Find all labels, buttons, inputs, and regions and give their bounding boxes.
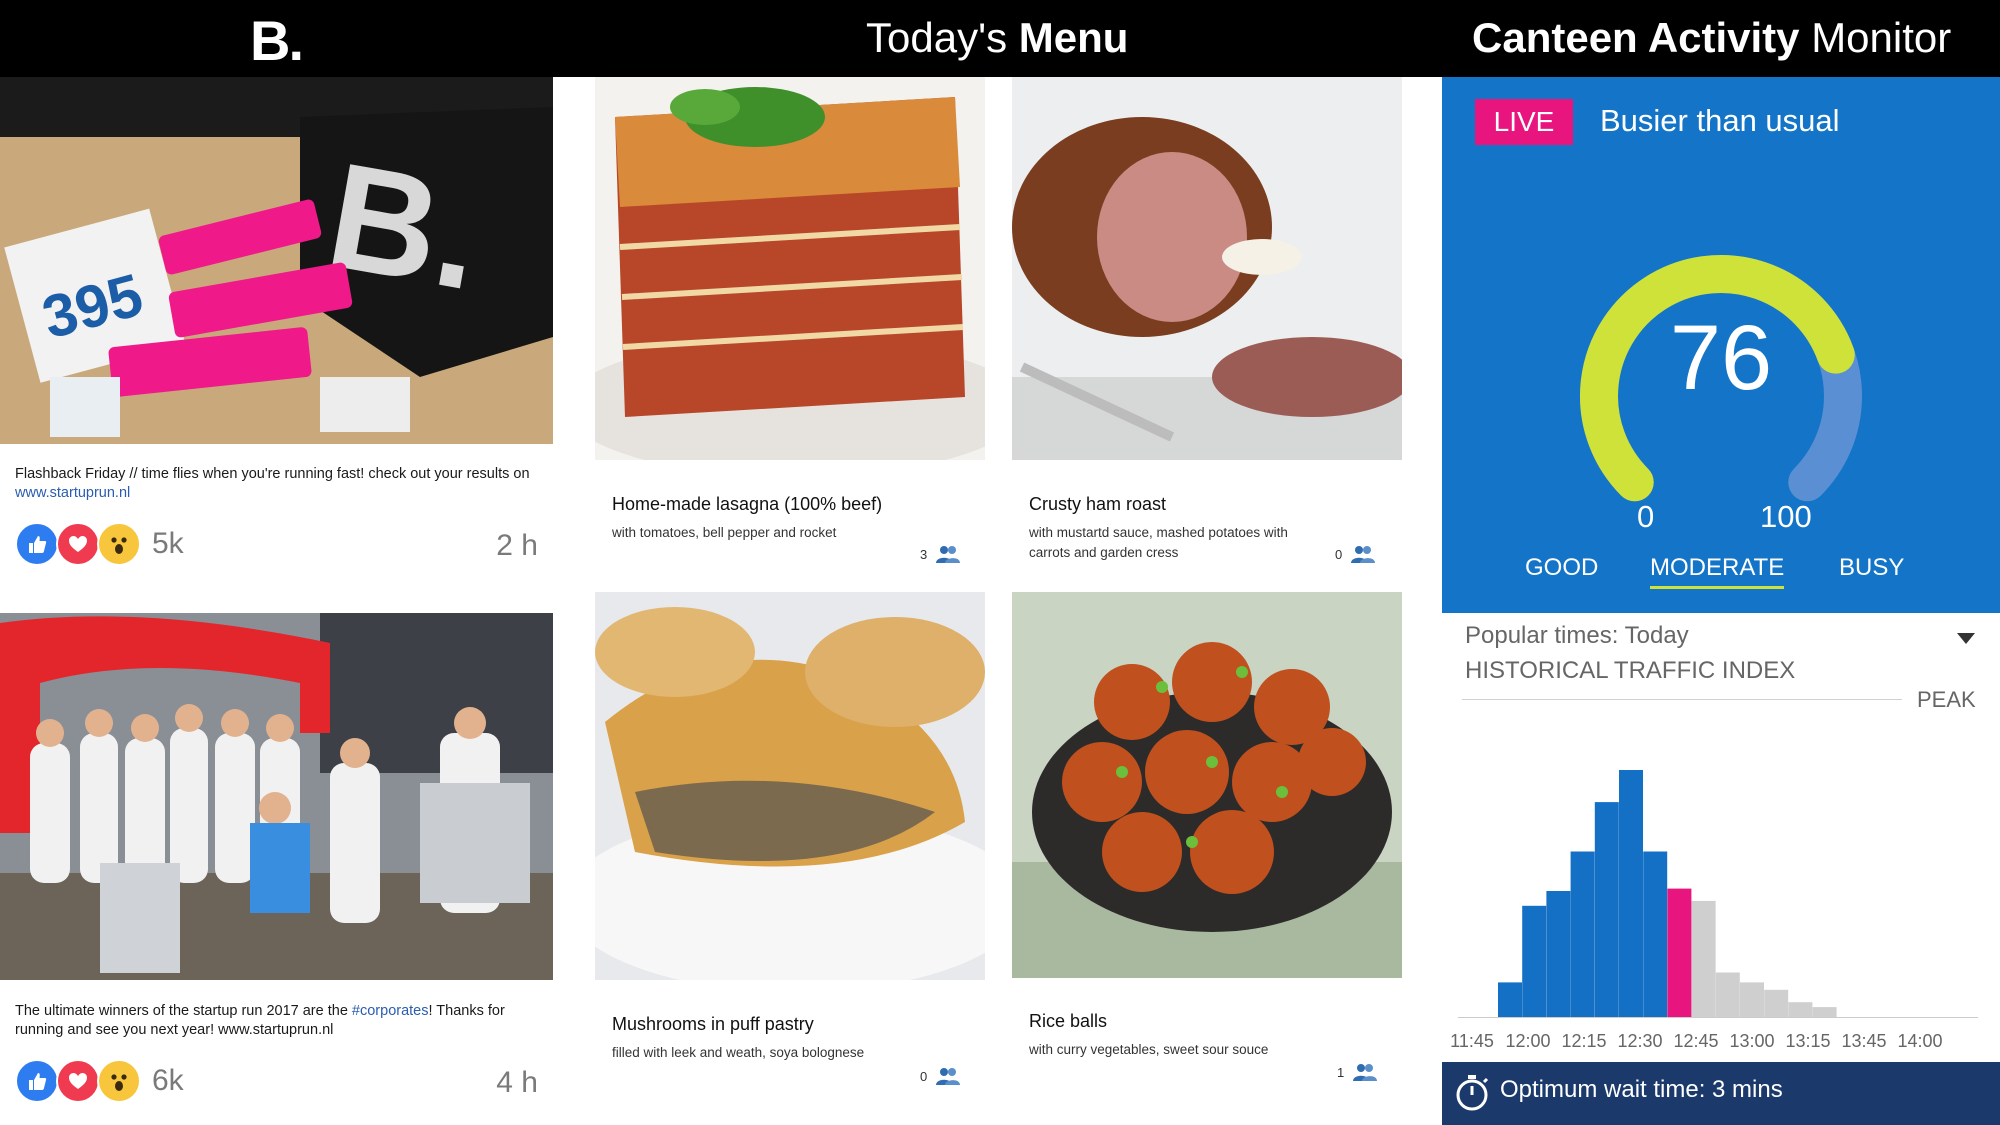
menu-item-name: Rice balls bbox=[1029, 1011, 1108, 1031]
traffic-bar bbox=[1498, 982, 1522, 1017]
optimum-wait-time: Optimum wait time: 3 mins bbox=[1500, 1076, 1783, 1103]
level-good: GOOD bbox=[1525, 554, 1599, 581]
post-hashtag[interactable]: #corporates bbox=[352, 1003, 429, 1019]
like-icon bbox=[15, 1059, 59, 1103]
traffic-bar-chart: 11:45 12:00 12:15 12:30 12:45 13:00 13:15 13:45… bbox=[1450, 770, 1943, 1051]
wow-icon bbox=[97, 522, 141, 566]
menu-item-diners[interactable]: 0 bbox=[920, 1066, 961, 1086]
reaction-summary[interactable]: 5k bbox=[15, 522, 184, 566]
x-tick-label: 13:45 bbox=[1841, 1031, 1886, 1051]
people-icon bbox=[1353, 1064, 1378, 1081]
menu-item-name: Crusty ham roast bbox=[1029, 494, 1167, 514]
top-bar: B. Today's Menu Canteen Activity Monitor bbox=[0, 0, 2000, 77]
wait-time-bar: Optimum wait time: 3 mins bbox=[1442, 1062, 2000, 1125]
menu-item-card[interactable]: Crusty ham roast with mustartd sauce, ma… bbox=[1012, 77, 1402, 577]
people-icon bbox=[936, 546, 961, 563]
menu-item-description: with mustartd sauce, mashed potatoes wit… bbox=[1029, 525, 1288, 560]
traffic-bar bbox=[1594, 802, 1619, 1017]
menu-item-name: Mushrooms in puff pastry bbox=[612, 1014, 814, 1034]
menu-item-diners[interactable]: 1 bbox=[1337, 1062, 1378, 1082]
menu-item-diners[interactable]: 3 bbox=[920, 544, 961, 564]
gauge-value: 76 bbox=[1669, 307, 1773, 409]
puff-pastry-photo bbox=[595, 592, 985, 980]
lasagna-photo bbox=[595, 77, 985, 460]
x-tick-label: 13:00 bbox=[1729, 1031, 1774, 1051]
x-tick-label: 12:15 bbox=[1561, 1031, 1606, 1051]
x-tick-label: 13:15 bbox=[1785, 1031, 1830, 1051]
menu-item-description: with curry vegetables, sweet sour souce bbox=[1029, 1042, 1269, 1057]
stopwatch-icon bbox=[1456, 1075, 1489, 1111]
wow-icon bbox=[97, 1059, 141, 1103]
gauge-max-label: 100 bbox=[1760, 499, 1812, 534]
menu-item-name: Home-made lasagna (100% beef) bbox=[612, 494, 883, 514]
traffic-bar bbox=[1570, 851, 1595, 1017]
love-icon bbox=[56, 1059, 100, 1103]
busyness-status: Busier than usual bbox=[1600, 103, 1840, 138]
rice-balls-photo bbox=[1012, 592, 1402, 978]
traffic-bar bbox=[1546, 891, 1571, 1017]
menu-section-title: Today's Menu bbox=[866, 14, 1129, 61]
popular-times-selector[interactable]: Popular times: Today bbox=[1465, 622, 1689, 650]
post-caption: The ultimate winners of the startup run … bbox=[15, 1003, 505, 1038]
gauge-min-label: 0 bbox=[1637, 499, 1655, 534]
menu-item-description: with tomatoes, bell pepper and rocket bbox=[612, 525, 837, 540]
post-timestamp: 2 h bbox=[496, 529, 538, 562]
menu-item-card[interactable]: Home-made lasagna (100% beef) with tomat… bbox=[595, 77, 985, 577]
menu-item-card[interactable]: Rice balls with curry vegetables, sweet … bbox=[1012, 592, 1402, 1112]
post-photo-startup-run-winners[interactable] bbox=[0, 613, 553, 980]
traffic-bar bbox=[1788, 1002, 1813, 1017]
traffic-bar bbox=[1740, 982, 1764, 1017]
traffic-bar bbox=[1522, 905, 1547, 1017]
level-moderate: MODERATE bbox=[1650, 554, 1785, 589]
x-tick-label: 12:45 bbox=[1673, 1031, 1718, 1051]
menu-item-card[interactable]: Mushrooms in puff pastry filled with lee… bbox=[595, 592, 985, 1112]
gauge-panel: LIVE Busier than usual 76 0 100 GOOD MOD… bbox=[1442, 77, 2000, 613]
traffic-bar bbox=[1715, 972, 1740, 1017]
peak-reference-line bbox=[1462, 699, 1902, 700]
x-tick-label: 11:45 bbox=[1450, 1031, 1494, 1051]
like-icon bbox=[15, 522, 59, 566]
chevron-down-icon[interactable] bbox=[1957, 633, 1975, 644]
reaction-count: 5k bbox=[152, 527, 184, 560]
love-icon bbox=[56, 522, 100, 566]
menu-item-diners[interactable]: 0 bbox=[1335, 544, 1376, 564]
chart-title: HISTORICAL TRAFFIC INDEX bbox=[1465, 657, 1796, 684]
traffic-bar bbox=[1764, 989, 1789, 1017]
level-busy: BUSY bbox=[1839, 554, 1905, 581]
social-feed: B. 395 Flashback Friday // time flies wh… bbox=[0, 77, 553, 1125]
post-photo-startup-run-kit[interactable]: B. 395 bbox=[0, 77, 553, 444]
traffic-bar bbox=[1643, 851, 1668, 1017]
chart-baseline bbox=[1458, 1017, 1978, 1018]
people-icon bbox=[1351, 546, 1376, 563]
monitor-section-title: Canteen Activity Monitor bbox=[1472, 14, 1952, 61]
canteen-monitor: LIVE Busier than usual 76 0 100 GOOD MOD… bbox=[1442, 77, 2000, 1125]
menu-item-description: filled with leek and weath, soya bologne… bbox=[612, 1045, 865, 1060]
traffic-bar bbox=[1667, 888, 1692, 1017]
x-tick-label: 12:00 bbox=[1505, 1031, 1550, 1051]
live-badge: LIVE bbox=[1475, 99, 1573, 145]
brand-logo: B. bbox=[250, 9, 304, 72]
peak-label: PEAK bbox=[1917, 687, 1976, 712]
post-link[interactable]: www.startuprun.nl bbox=[15, 485, 130, 501]
traffic-bar bbox=[1812, 1007, 1837, 1017]
reaction-count: 6k bbox=[152, 1064, 184, 1097]
people-icon bbox=[936, 1068, 961, 1085]
ham-roast-photo bbox=[1012, 77, 1402, 460]
x-tick-label: 14:00 bbox=[1897, 1031, 1942, 1051]
post-caption: Flashback Friday // time flies when you'… bbox=[15, 466, 530, 501]
reaction-summary[interactable]: 6k bbox=[15, 1059, 184, 1103]
post-timestamp: 4 h bbox=[496, 1066, 538, 1099]
x-tick-label: 12:30 bbox=[1617, 1031, 1662, 1051]
traffic-bar bbox=[1619, 770, 1643, 1017]
traffic-bar bbox=[1691, 900, 1716, 1017]
